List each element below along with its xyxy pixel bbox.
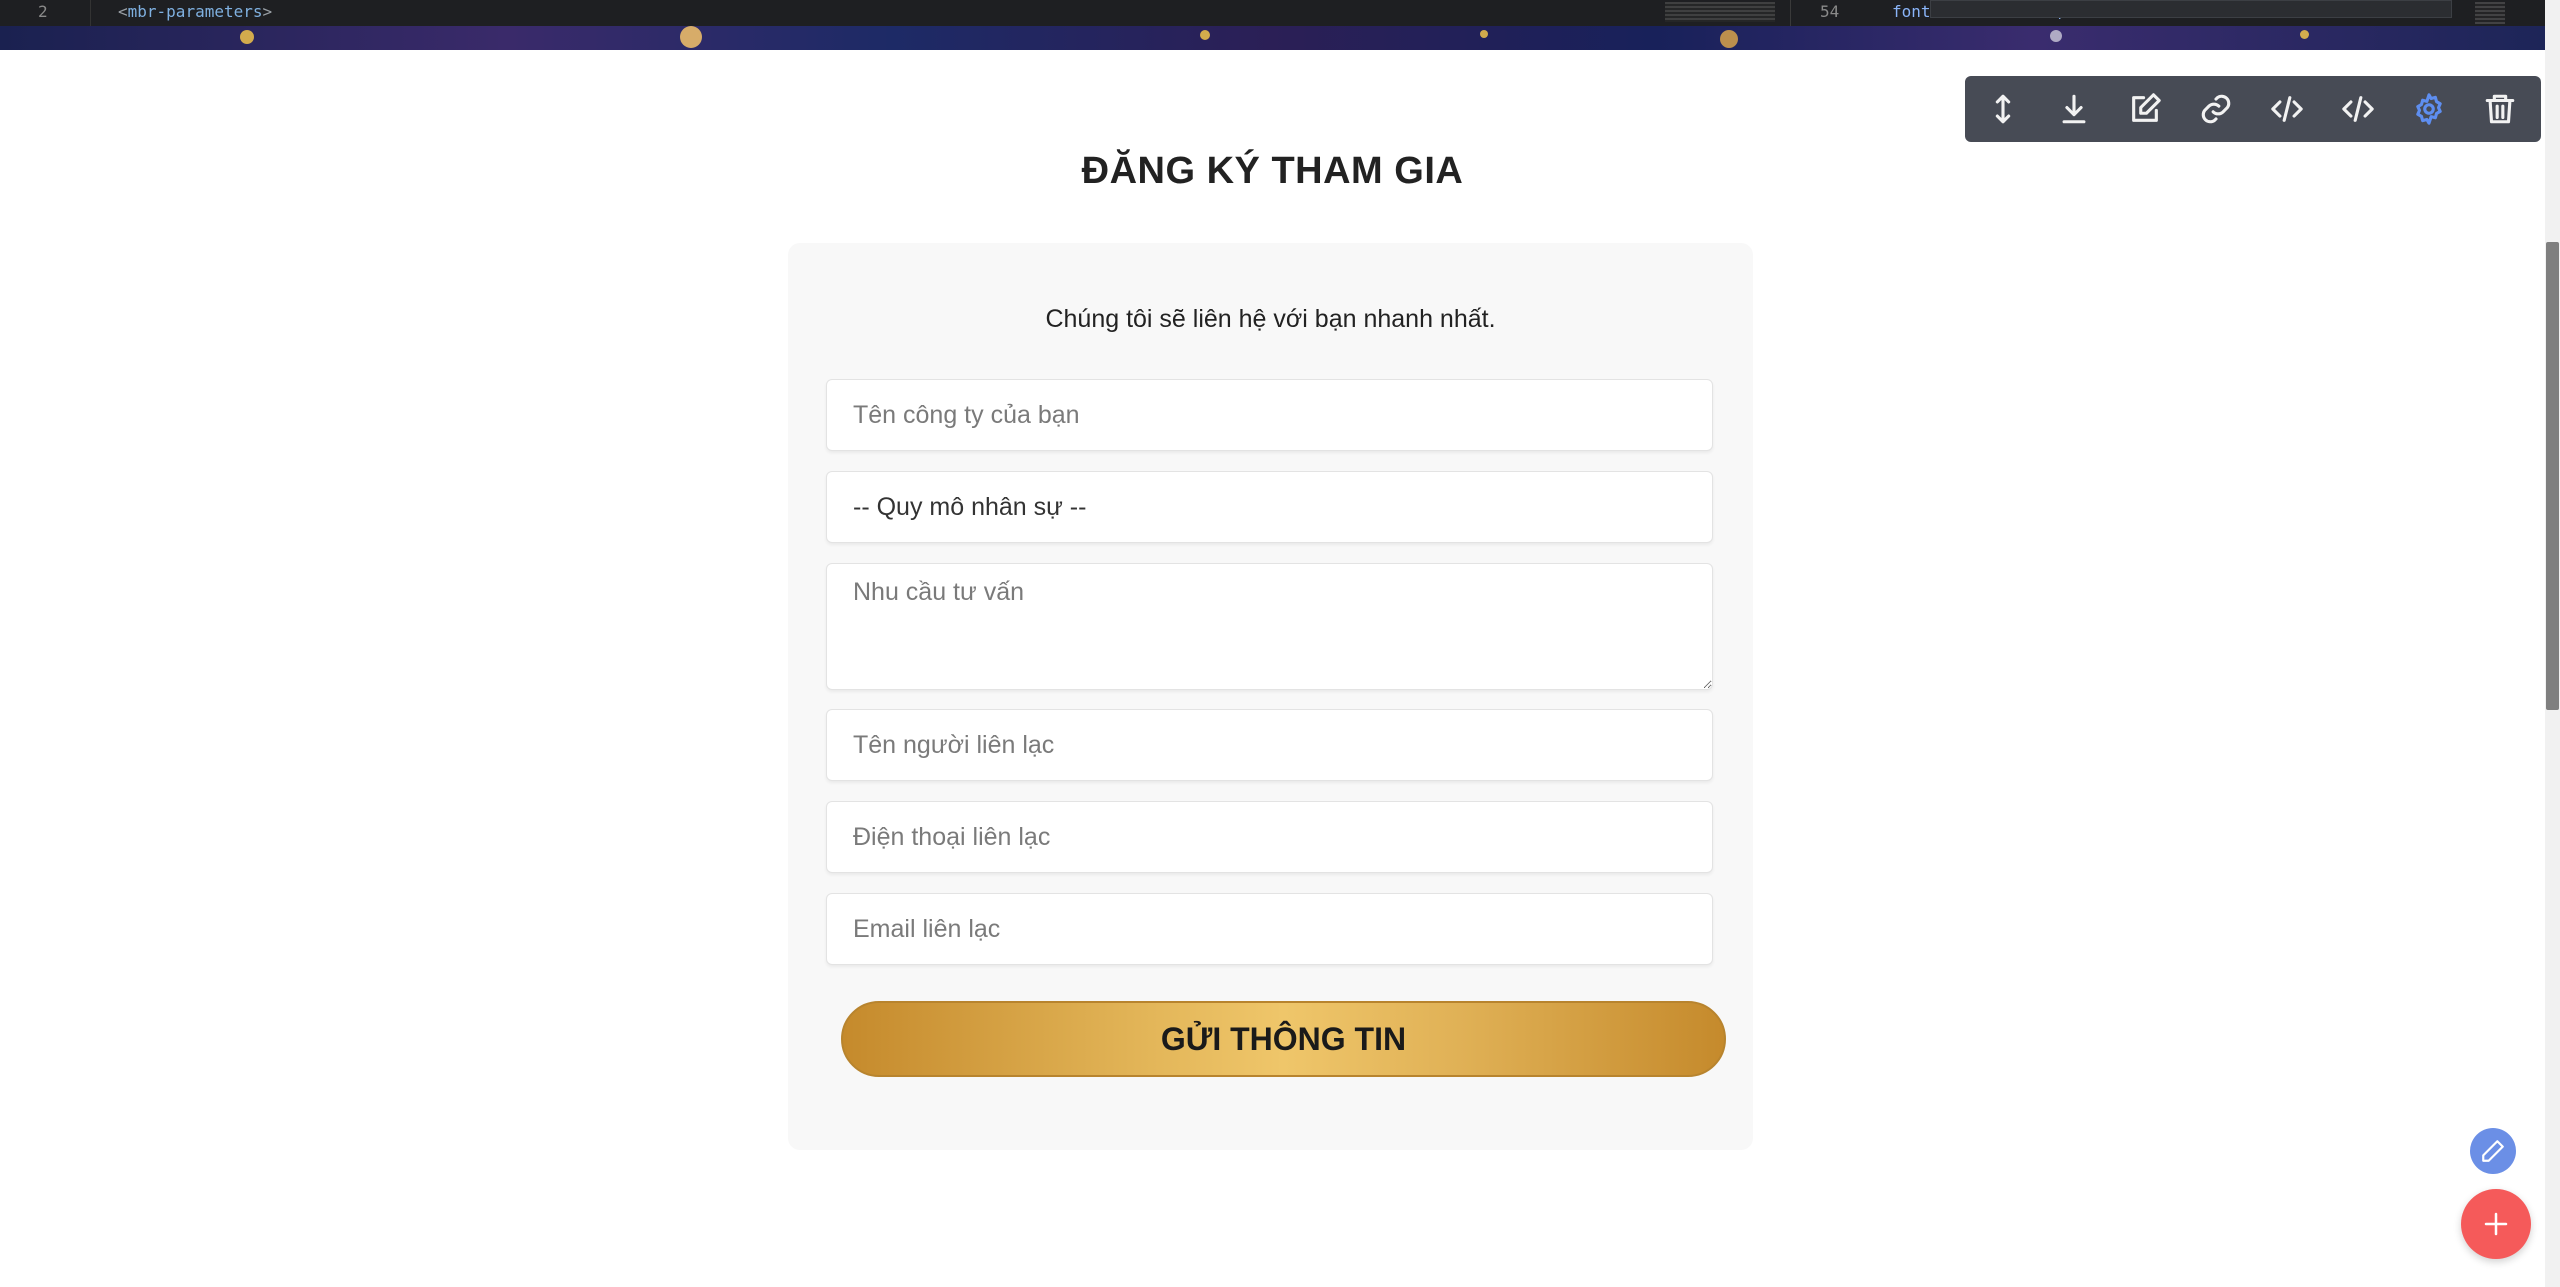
scrollbar-thumb[interactable] (2546, 242, 2559, 710)
editor-minimap[interactable] (1665, 2, 1775, 22)
contact-phone-input[interactable] (826, 801, 1713, 873)
link-button[interactable] (2196, 89, 2236, 129)
line-number: 54 (1820, 2, 1840, 21)
staff-size-select[interactable]: -- Quy mô nhân sự -- (826, 471, 1713, 543)
code-editor-strip: 2 <mbr-parameters> 54 font-size: 1.0rem; (0, 0, 2560, 26)
download-icon (2062, 94, 2086, 124)
block-toolbar (1965, 76, 2541, 142)
fab-edit-button[interactable] (2470, 1128, 2516, 1174)
code-bracket: < (118, 2, 128, 21)
delete-button[interactable] (2480, 89, 2520, 129)
form-subtitle: Chúng tôi sẽ liên hệ với bạn nhanh nhất. (1045, 305, 1496, 333)
gear-icon (2416, 93, 2442, 125)
code-line[interactable]: <mbr-parameters> (118, 2, 272, 21)
editor-minimap[interactable] (2475, 2, 2505, 24)
hero-banner (0, 26, 2545, 50)
code-icon (2342, 96, 2374, 122)
edit-icon (2132, 93, 2161, 122)
editor-divider (1790, 0, 1791, 26)
code-button[interactable] (2338, 89, 2378, 129)
link-icon (2201, 94, 2231, 124)
registration-form: Chúng tôi sẽ liên hệ với bạn nhanh nhất.… (788, 243, 1753, 1150)
settings-button[interactable] (2409, 89, 2449, 129)
code-button[interactable] (2267, 89, 2307, 129)
submit-button[interactable]: GỬI THÔNG TIN (841, 1001, 1726, 1077)
staff-size-selected: -- Quy mô nhân sự -- (853, 493, 1087, 521)
fab-add-button[interactable] (2461, 1189, 2531, 1259)
line-gutter: 2 (0, 0, 91, 26)
company-name-input[interactable] (826, 379, 1713, 451)
consult-needs-textarea[interactable] (826, 563, 1713, 690)
code-tag-name: mbr-parameters (127, 2, 263, 21)
pencil-icon (2482, 1140, 2504, 1162)
download-button[interactable] (2054, 89, 2094, 129)
find-widget[interactable] (1930, 0, 2452, 18)
move-vertical-button[interactable] (1983, 89, 2023, 129)
edit-button[interactable] (2125, 89, 2165, 129)
trash-icon (2485, 94, 2515, 124)
code-bracket: > (262, 2, 273, 21)
line-number: 2 (38, 2, 48, 21)
page-title: ĐĂNG KÝ THAM GIA (1081, 150, 1464, 192)
code-icon (2271, 96, 2303, 122)
contact-name-input[interactable] (826, 709, 1713, 781)
move-vertical-icon (1995, 94, 2011, 124)
plus-icon (2484, 1212, 2508, 1236)
contact-email-input[interactable] (826, 893, 1713, 965)
